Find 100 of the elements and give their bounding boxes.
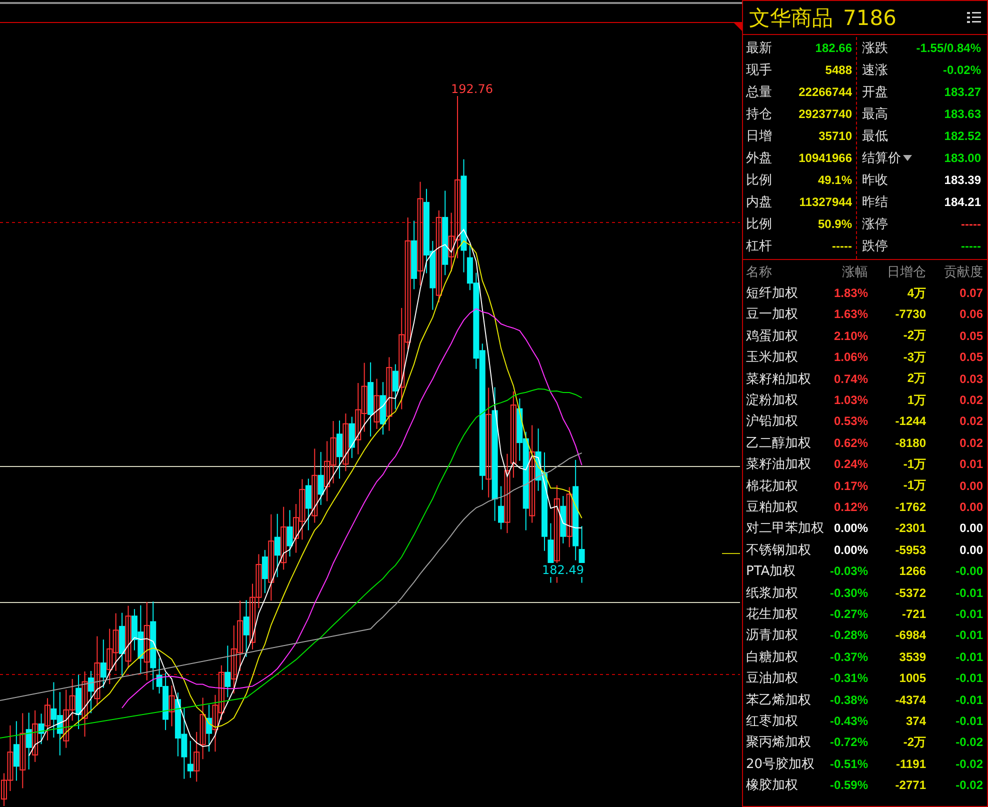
- table-cell: -0.43%: [830, 714, 868, 728]
- table-cell-text: 沥青加权: [746, 627, 799, 644]
- table-cell-text: 菜籽粕加权: [746, 370, 812, 388]
- table-cell-text: -0.01: [954, 650, 983, 664]
- table-cell-text: PTA加权: [746, 563, 797, 580]
- quote-label: 最高: [862, 106, 888, 123]
- table-cell-text: -721: [900, 606, 926, 621]
- table-cell-text: 4万: [906, 284, 926, 302]
- table-cell-text: 花生加权: [746, 606, 799, 623]
- quote-value: 182.52: [944, 129, 981, 143]
- quote-value: -0.02%: [942, 63, 981, 77]
- column-header: 名称: [746, 264, 773, 281]
- table-cell: -0.51%: [830, 756, 868, 771]
- table-cell-text: 1266: [898, 564, 926, 578]
- table-cell-text: 0.12%: [832, 500, 868, 514]
- table-cell-text: 1.06%: [832, 350, 868, 364]
- quote-label: 涨跌: [862, 40, 888, 57]
- table-cell-text: 橡胶加权: [746, 777, 799, 794]
- table-cell: -0.72%: [830, 735, 868, 750]
- table-cell-text: 0.00: [958, 500, 983, 514]
- quote-value: 10941966: [798, 151, 852, 165]
- quote-value: -1.55/0.84%: [916, 41, 981, 55]
- quote-value: -----: [961, 217, 981, 231]
- table-cell-text: 棉花加权: [746, 478, 799, 495]
- table-cell-text: 0.02: [958, 414, 983, 428]
- quote-label: 最低: [862, 128, 888, 145]
- table-cell-text: 0.53%: [832, 414, 868, 428]
- table-cell-text: 0.02: [958, 436, 983, 450]
- table-cell-text: 1.03%: [832, 393, 868, 408]
- column-header: 日增仓: [886, 264, 926, 281]
- caret-icon[interactable]: [903, 155, 912, 161]
- quote-value: 182.66: [815, 41, 852, 55]
- quote-label: 持仓: [746, 106, 772, 123]
- table-cell: -0.31%: [830, 671, 868, 686]
- quote-value: 29237740: [798, 107, 852, 121]
- table-cell-text: -0.01: [954, 586, 983, 600]
- table-cell-text: 乙二醇加权: [746, 434, 812, 452]
- table-cell-text: -8180: [894, 436, 926, 450]
- table-cell-text: -0.01: [954, 671, 983, 686]
- quote-value: 183.00: [944, 151, 981, 165]
- instrument-code: 7186: [843, 6, 898, 30]
- menu-icon[interactable]: [967, 12, 981, 24]
- quote-value: -----: [832, 239, 852, 253]
- table-cell-text: -1万: [902, 456, 926, 473]
- table-cell-text: 鸡蛋加权: [746, 328, 799, 345]
- table-cell-text: -2万: [902, 734, 926, 751]
- quote-label: 昨收: [862, 172, 888, 189]
- table-cell-text: -1244: [894, 414, 926, 428]
- table-cell-text: 1万: [906, 392, 926, 409]
- table-cell-text: -5953: [894, 542, 926, 557]
- table-cell-text: 淀粉加权: [746, 392, 799, 410]
- quote-label: 最新: [746, 40, 772, 57]
- table-cell-text: -0.01: [954, 628, 983, 642]
- quote-value: 183.63: [944, 107, 981, 121]
- table-cell-text: -0.00: [954, 564, 983, 578]
- table-cell-text: -2万: [902, 327, 926, 344]
- table-cell: -0.37%: [830, 650, 868, 664]
- quote-value: 35710: [818, 129, 852, 143]
- quote-label: 涨停: [862, 216, 888, 233]
- table-cell: -0.27%: [830, 606, 868, 621]
- table-cell-text: 0.00: [958, 521, 983, 536]
- table-cell: -0.59%: [830, 778, 868, 792]
- quote-label: 速涨: [862, 62, 888, 79]
- table-cell-text: -1762: [894, 500, 926, 514]
- table-cell-text: 豆粕加权: [746, 498, 799, 516]
- column-header: 贡献度: [943, 264, 983, 281]
- quote-value: -----: [961, 239, 981, 253]
- settlement-dropdown[interactable]: 结算价: [862, 149, 912, 167]
- table-cell-text: 菜籽油加权: [746, 456, 812, 474]
- quote-label: 总量: [746, 84, 772, 101]
- quote-value: 183.27: [944, 85, 981, 99]
- table-cell-text: 1.83%: [832, 286, 868, 300]
- quote-value: 22266744: [798, 85, 852, 99]
- table-cell-text: -0.02: [954, 778, 983, 792]
- table-cell-text: -1万: [902, 477, 926, 494]
- table-cell-text: -3万: [902, 348, 926, 366]
- quote-value: 183.39: [944, 173, 981, 187]
- table-cell-text: 0.17%: [832, 478, 868, 493]
- table-cell: -0.30%: [830, 586, 868, 600]
- table-cell-text: 苯乙烯加权: [746, 692, 812, 708]
- table-cell-text: -0.02: [954, 735, 983, 750]
- table-cell-text: 2.10%: [832, 328, 868, 343]
- quote-label: 外盘: [746, 150, 772, 167]
- table-cell-text: 3539: [898, 650, 926, 664]
- table-cell-text: 0.62%: [832, 436, 868, 450]
- quote-label: 开盘: [862, 84, 888, 101]
- quote-value: 11327944: [799, 195, 852, 209]
- table-cell-text: 豆一加权: [746, 306, 799, 324]
- table-cell-text: 沪铅加权: [746, 413, 799, 430]
- table-cell-text: -0.02: [954, 756, 983, 771]
- table-cell-text: 白糖加权: [746, 648, 799, 666]
- table-cell-text: 1.63%: [832, 307, 868, 322]
- table-cell-text: 短纤加权: [746, 285, 799, 302]
- instrument-name: 文华商品: [749, 4, 833, 32]
- table-cell-text: 0.00: [958, 542, 983, 557]
- table-cell-text: 对二甲苯加权: [746, 520, 825, 538]
- table-cell-text: -1191: [894, 756, 926, 771]
- quote-value: 50.9%: [818, 217, 852, 231]
- table-cell-text: -2301: [894, 521, 926, 536]
- table-cell-text: 1005: [898, 671, 926, 686]
